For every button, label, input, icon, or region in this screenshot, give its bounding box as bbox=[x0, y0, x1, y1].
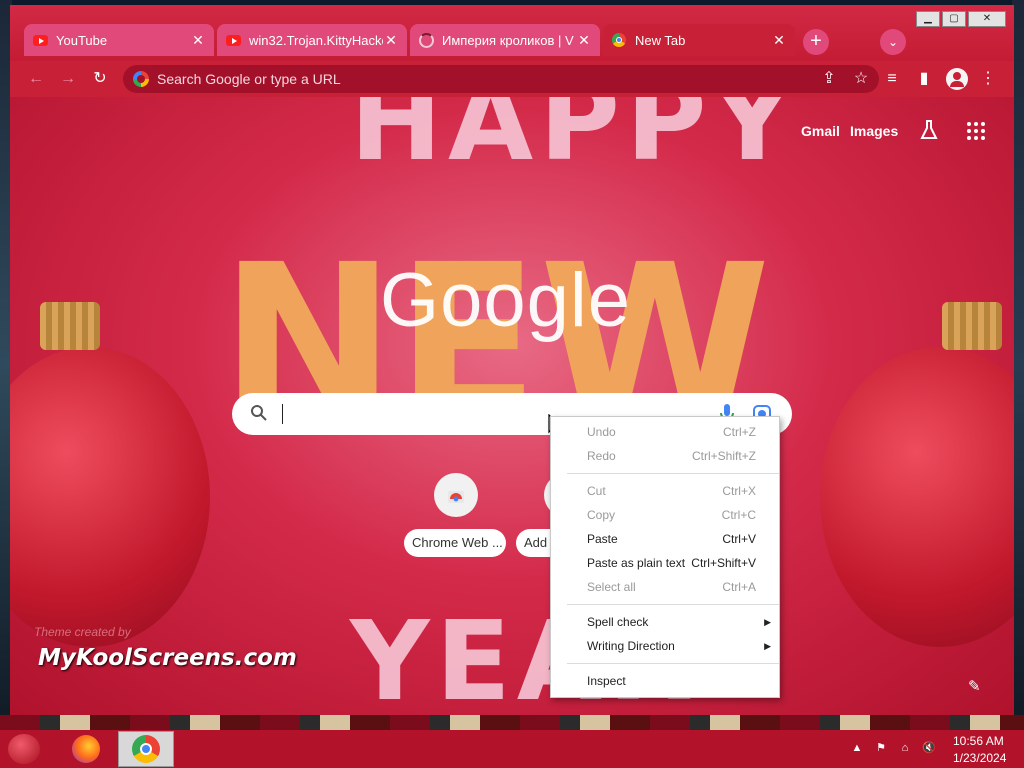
menu-item-label: Select all bbox=[587, 580, 636, 594]
tab-title: win32.Trojan.KittyHacker bbox=[249, 32, 383, 48]
watermark-text: MyKoolScreens.com bbox=[38, 645, 297, 671]
tab-new-tab[interactable]: New Tab ✕ bbox=[603, 24, 795, 56]
reload-icon[interactable]: ↻ bbox=[90, 69, 110, 89]
menu-item-shortcut: Ctrl+Shift+Z bbox=[691, 449, 756, 463]
submenu-arrow-icon: ▶ bbox=[764, 641, 771, 651]
action-center-flag-icon[interactable]: ⚑ bbox=[874, 741, 888, 755]
youtube-icon bbox=[32, 32, 48, 48]
firefox-icon bbox=[72, 735, 100, 763]
menu-item-copy[interactable]: Copy Ctrl+C bbox=[551, 503, 779, 527]
menu-item-undo[interactable]: Undo Ctrl+Z bbox=[551, 420, 779, 444]
tab-strip: YouTube ✕ win32.Trojan.KittyHacker ✕ Имп… bbox=[10, 5, 1014, 61]
minimize-button[interactable]: ▁ bbox=[916, 11, 940, 27]
menu-item-paste[interactable]: Paste Ctrl+V bbox=[551, 527, 779, 551]
submenu-arrow-icon: ▶ bbox=[764, 617, 771, 627]
new-tab-button[interactable]: + bbox=[803, 29, 829, 55]
ornament-right-image bbox=[820, 347, 1014, 647]
maximize-button[interactable]: ▢ bbox=[942, 11, 966, 27]
menu-item-shortcut: Ctrl+C bbox=[721, 508, 756, 522]
theme-art-happy: HAPPY bbox=[350, 97, 799, 185]
share-icon[interactable]: ⇪ bbox=[819, 69, 839, 89]
google-g-icon bbox=[133, 71, 149, 87]
loading-spinner-icon bbox=[418, 32, 434, 48]
menu-item-label: Copy bbox=[587, 508, 616, 522]
menu-item-label: Spell check bbox=[587, 615, 649, 629]
address-bar[interactable]: Search Google or type a URL ⇪ ☆ bbox=[123, 65, 879, 93]
tab-title: Империя кроликов | V bbox=[442, 32, 574, 48]
menu-item-label: Redo bbox=[587, 449, 616, 463]
side-panel-icon[interactable]: ▮ bbox=[914, 69, 934, 89]
forward-icon[interactable]: → bbox=[58, 69, 78, 89]
labs-flask-icon[interactable] bbox=[919, 119, 939, 141]
menu-item-paste-plain[interactable]: Paste as plain text Ctrl+Shift+V bbox=[551, 551, 779, 575]
chrome-icon bbox=[611, 32, 627, 48]
text-caret bbox=[282, 404, 283, 424]
ornament-cap-right-image bbox=[942, 302, 1002, 350]
media-controls-icon[interactable]: ≡ bbox=[882, 69, 902, 89]
tab-close-icon[interactable]: ✕ bbox=[576, 32, 592, 49]
menu-item-label: Undo bbox=[587, 425, 616, 439]
gmail-link[interactable]: Gmail bbox=[801, 123, 840, 139]
google-logo: Google bbox=[380, 258, 632, 343]
back-icon[interactable]: ← bbox=[26, 69, 46, 89]
menu-item-writing-direction[interactable]: Writing Direction ▶ bbox=[551, 634, 779, 658]
google-apps-icon[interactable] bbox=[967, 122, 985, 140]
tab-title: New Tab bbox=[635, 32, 686, 48]
menu-separator bbox=[567, 663, 779, 664]
tab-search-button[interactable]: ⌄ bbox=[880, 29, 906, 55]
customize-pencil-icon[interactable]: ✎ bbox=[968, 677, 988, 697]
taskbar-firefox[interactable] bbox=[58, 731, 114, 767]
menu-item-shortcut: Ctrl+V bbox=[722, 532, 756, 546]
menu-item-shortcut: Ctrl+Shift+V bbox=[691, 556, 756, 570]
volume-muted-icon[interactable]: 🔇 bbox=[922, 741, 936, 755]
menu-item-label: Inspect bbox=[587, 674, 626, 688]
browser-menu-icon[interactable]: ⋮ bbox=[978, 69, 998, 89]
chrome-web-store-icon[interactable] bbox=[434, 473, 478, 517]
tab-trojan-video[interactable]: win32.Trojan.KittyHacker ✕ bbox=[217, 24, 407, 56]
menu-item-shortcut: Ctrl+Z bbox=[723, 425, 756, 439]
search-icon bbox=[250, 404, 270, 424]
new-tab-page: HAPPY NEW YEAR Gmail Images Google Chrom… bbox=[10, 97, 1014, 715]
theme-credit[interactable]: Theme created by bbox=[34, 625, 131, 639]
ornament-cap-left-image bbox=[40, 302, 100, 350]
context-menu: Undo Ctrl+Z Redo Ctrl+Shift+Z Cut Ctrl+X… bbox=[550, 416, 780, 698]
desktop-wallpaper-strip bbox=[0, 715, 1024, 730]
start-button-ornament-icon[interactable] bbox=[8, 734, 40, 764]
tab-title: YouTube bbox=[56, 32, 108, 48]
menu-item-shortcut: Ctrl+A bbox=[722, 580, 756, 594]
tab-youtube[interactable]: YouTube ✕ bbox=[24, 24, 214, 56]
show-hidden-icons-icon[interactable]: ▲ bbox=[850, 741, 864, 755]
menu-item-cut[interactable]: Cut Ctrl+X bbox=[551, 479, 779, 503]
menu-item-select-all[interactable]: Select all Ctrl+A bbox=[551, 575, 779, 599]
close-window-button[interactable]: ✕ bbox=[968, 11, 1006, 27]
menu-separator bbox=[567, 604, 779, 605]
menu-item-inspect[interactable]: Inspect bbox=[551, 669, 779, 693]
images-link[interactable]: Images bbox=[850, 123, 898, 139]
clock-date[interactable]: 1/23/2024 bbox=[953, 751, 1006, 765]
youtube-icon bbox=[225, 32, 241, 48]
menu-item-shortcut: Ctrl+X bbox=[722, 484, 756, 498]
menu-item-label: Paste bbox=[587, 532, 618, 546]
taskbar-chrome[interactable] bbox=[118, 731, 174, 767]
menu-item-spell-check[interactable]: Spell check ▶ bbox=[551, 610, 779, 634]
menu-item-label: Cut bbox=[587, 484, 606, 498]
network-icon[interactable]: ⌂ bbox=[898, 741, 912, 755]
profile-avatar-icon[interactable] bbox=[946, 68, 968, 90]
browser-toolbar: ← → ↻ Search Google or type a URL ⇪ ☆ ≡ … bbox=[10, 61, 1014, 97]
browser-window: YouTube ✕ win32.Trojan.KittyHacker ✕ Имп… bbox=[10, 5, 1014, 715]
tab-rabbit-empire[interactable]: Империя кроликов | V ✕ bbox=[410, 24, 600, 56]
address-input[interactable]: Search Google or type a URL bbox=[157, 71, 819, 87]
ornament-left-image bbox=[10, 347, 210, 647]
chrome-icon bbox=[132, 735, 160, 763]
tab-close-icon[interactable]: ✕ bbox=[771, 32, 787, 49]
shortcut-chrome-web-store[interactable]: Chrome Web ... bbox=[404, 529, 506, 557]
tab-close-icon[interactable]: ✕ bbox=[383, 32, 399, 49]
clock-time[interactable]: 10:56 AM bbox=[953, 734, 1004, 748]
menu-item-redo[interactable]: Redo Ctrl+Shift+Z bbox=[551, 444, 779, 468]
menu-separator bbox=[567, 473, 779, 474]
menu-item-label: Paste as plain text bbox=[587, 556, 686, 570]
tab-close-icon[interactable]: ✕ bbox=[190, 32, 206, 49]
bookmark-star-icon[interactable]: ☆ bbox=[851, 69, 871, 89]
menu-item-label: Writing Direction bbox=[587, 639, 675, 653]
